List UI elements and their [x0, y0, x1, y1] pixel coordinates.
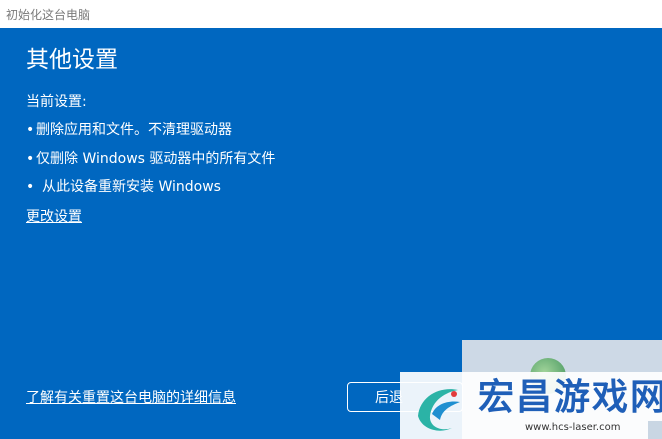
bullet: • [26, 179, 35, 195]
corner-block [648, 421, 662, 439]
bullet: • [26, 122, 35, 138]
dragon-logo-icon [418, 389, 460, 431]
reset-pc-window: 初始化这台电脑 其他设置 当前设置: • 删除应用和文件。不清理驱动器 • 仅删… [0, 0, 662, 439]
page-title: 其他设置 [26, 47, 118, 73]
window-title: 初始化这台电脑 [6, 8, 91, 22]
setting-item-delete-apps: • 删除应用和文件。不清理驱动器 [26, 120, 275, 140]
change-settings-link[interactable]: 更改设置 [26, 208, 82, 226]
main-content: 其他设置 当前设置: • 删除应用和文件。不清理驱动器 • 仅删除 Window… [26, 44, 275, 226]
learn-more-link[interactable]: 了解有关重置这台电脑的详细信息 [26, 389, 236, 407]
setting-item-reinstall: • 从此设备重新安装 Windows [26, 177, 275, 197]
settings-list: • 删除应用和文件。不清理驱动器 • 仅删除 Windows 驱动器中的所有文件… [26, 120, 275, 197]
watermark-url: www.hcs-laser.com [525, 422, 621, 433]
watermark-title: 宏昌游戏网 [478, 377, 662, 418]
title-bar: 初始化这台电脑 [0, 0, 662, 28]
bullet: • [26, 150, 35, 167]
current-settings-label: 当前设置: [26, 94, 87, 110]
setting-text: 从此设备重新安装 Windows [42, 179, 221, 195]
setting-text: 删除应用和文件。不清理驱动器 [36, 122, 232, 138]
setting-text: 仅删除 Windows 驱动器中的所有文件 [36, 150, 276, 167]
setting-item-windows-drive: • 仅删除 Windows 驱动器中的所有文件 [26, 149, 275, 169]
